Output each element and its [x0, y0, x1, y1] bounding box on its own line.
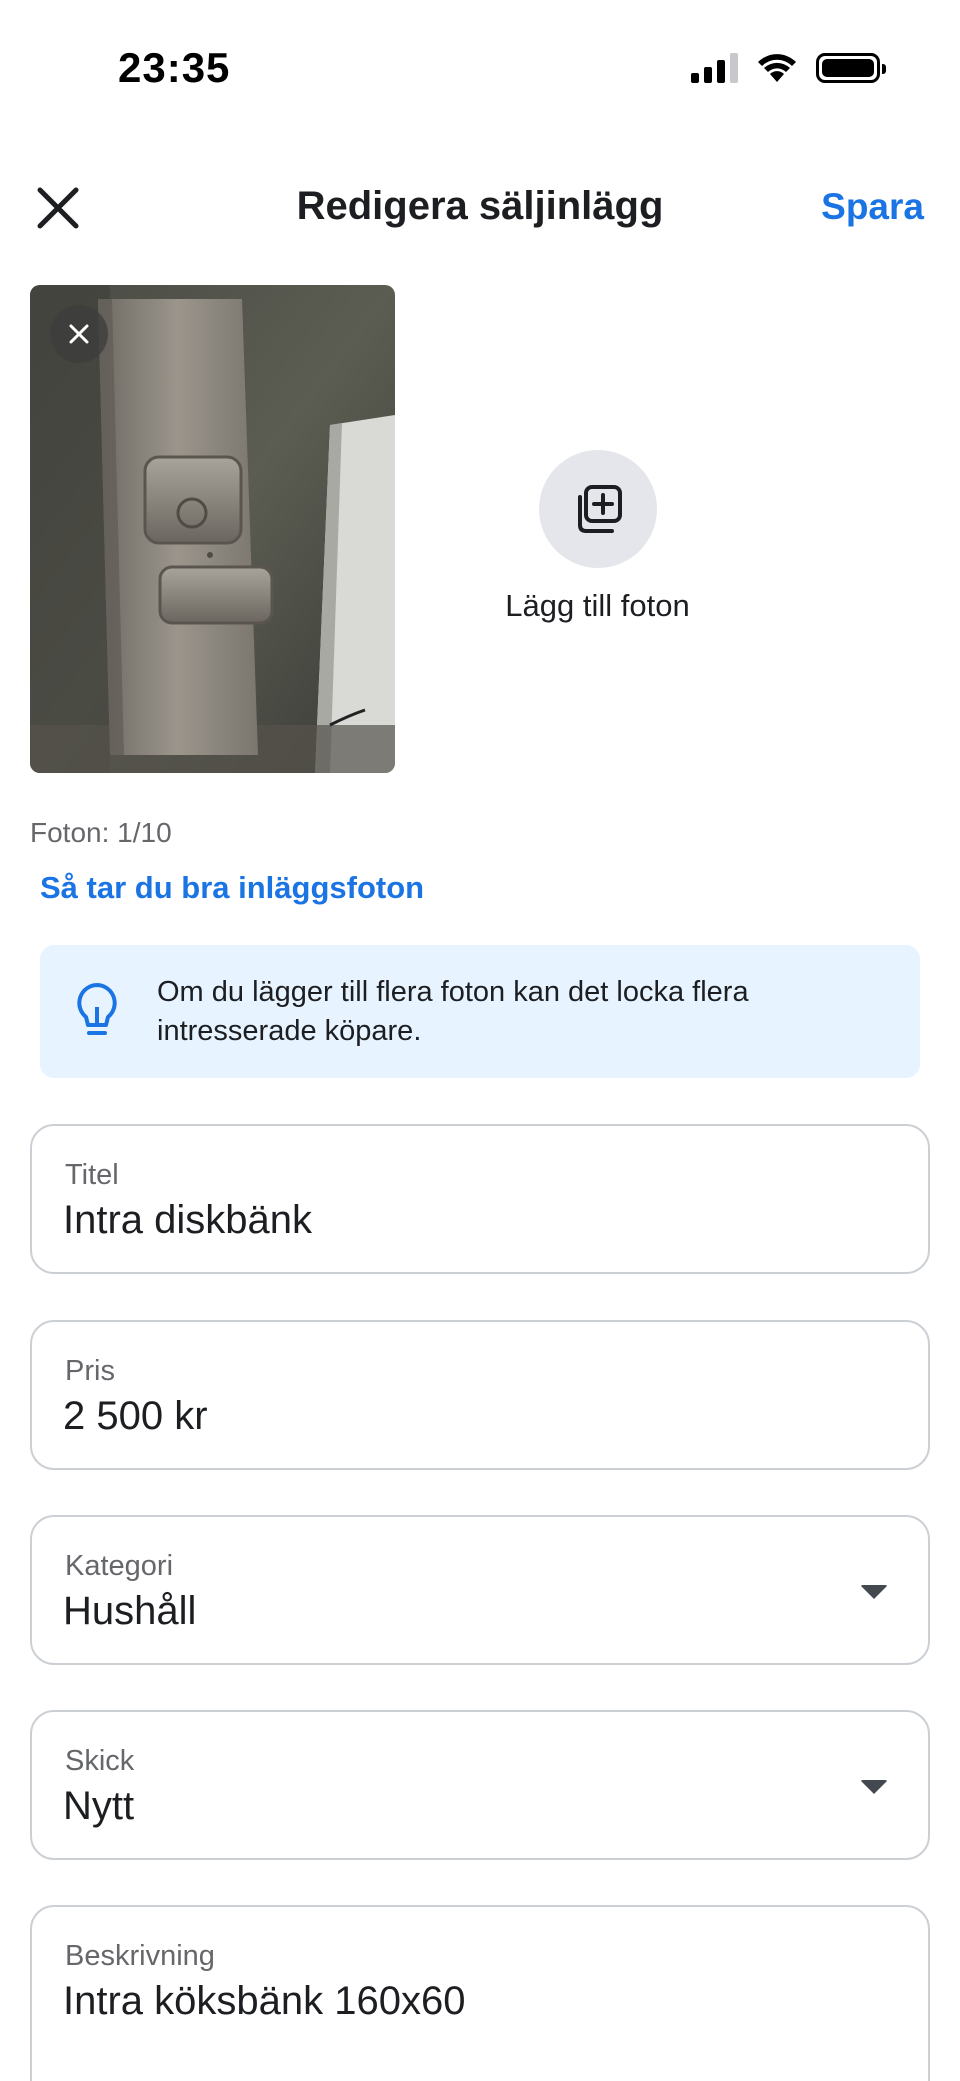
- status-bar: 23:35: [0, 0, 960, 140]
- info-text: Om du lägger till flera foton kan det lo…: [157, 976, 749, 1047]
- cellular-signal-icon: [691, 53, 738, 83]
- description-field-value: Intra köksbänk 160x60: [63, 1979, 466, 2023]
- description-field-label: Beskrivning: [65, 1940, 215, 1972]
- description-field[interactable]: Beskrivning Intra köksbänk 160x60: [30, 1905, 930, 2081]
- condition-select-value: Nytt: [63, 1784, 135, 1828]
- add-photo-icon: [577, 485, 622, 533]
- edit-listing-screen: 23:35 Redigera säljinlägg Spara Lägg til…: [0, 0, 960, 2081]
- title-field[interactable]: Titel Intra diskbänk: [30, 1124, 930, 1274]
- add-photos-label: Lägg till foton: [505, 588, 690, 623]
- listing-photo[interactable]: [30, 285, 395, 773]
- wifi-icon: [758, 54, 796, 82]
- page-title: Redigera säljinlägg: [296, 184, 664, 228]
- condition-select-label: Skick: [65, 1745, 135, 1777]
- chevron-down-icon: [860, 1585, 888, 1599]
- add-photos-circle: [538, 450, 657, 568]
- close-icon: [69, 324, 89, 344]
- battery-icon: [816, 53, 886, 83]
- header: Redigera säljinlägg Spara: [0, 160, 960, 250]
- category-select[interactable]: Kategori Hushåll: [30, 1515, 930, 1665]
- category-select-value: Hushåll: [63, 1589, 197, 1633]
- condition-select[interactable]: Skick Nytt: [30, 1710, 930, 1860]
- photo-tips-link[interactable]: Så tar du bra inläggsfoton: [40, 870, 424, 906]
- category-select-label: Kategori: [65, 1550, 174, 1582]
- photo-count: Foton: 1/10: [30, 817, 172, 848]
- remove-photo-button[interactable]: [50, 305, 108, 363]
- price-field-value: 2 500 kr: [63, 1394, 208, 1438]
- price-field[interactable]: Pris 2 500 kr: [30, 1320, 930, 1470]
- price-field-label: Pris: [65, 1355, 115, 1387]
- title-field-value: Intra diskbänk: [63, 1198, 313, 1242]
- add-photos-button[interactable]: Lägg till foton: [480, 450, 715, 630]
- title-field-label: Titel: [65, 1159, 119, 1191]
- info-banner: Om du lägger till flera foton kan det lo…: [40, 945, 920, 1078]
- status-icons: [691, 52, 886, 84]
- lightbulb-icon: [77, 983, 117, 1035]
- chevron-down-icon: [860, 1780, 888, 1794]
- save-button[interactable]: Spara: [821, 186, 924, 228]
- status-time: 23:35: [118, 44, 231, 91]
